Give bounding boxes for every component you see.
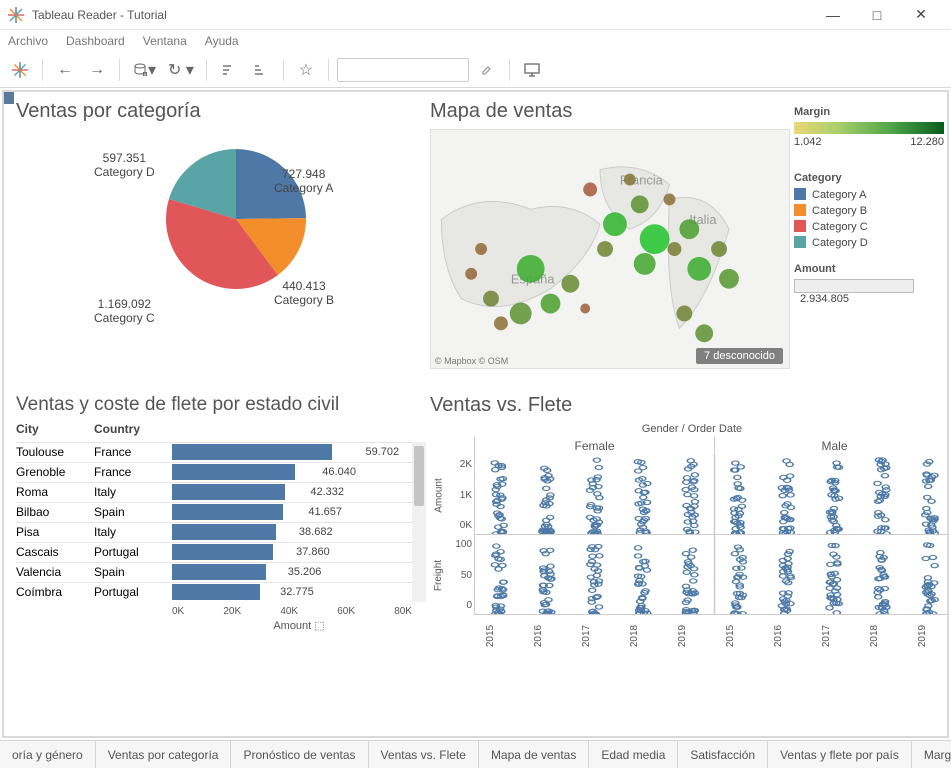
panel-pie[interactable]: Ventas por categoría 727.948Category A 4… <box>16 100 426 390</box>
panel-title: Ventas vs. Flete <box>430 394 949 417</box>
table-row[interactable]: PisaItaly 38.682 <box>16 522 426 542</box>
sheet-tab[interactable]: Margen vs. Am <box>912 741 951 768</box>
sheet-tab[interactable]: oría y género <box>0 741 96 768</box>
table-row[interactable]: CascaisPortugal 37.860 <box>16 542 426 562</box>
panel-map[interactable]: Mapa de ventas Francia España Italia © M… <box>430 100 790 390</box>
bar-axis-label: Amount ⬚ <box>16 619 426 632</box>
legend-cat-d[interactable]: Category D <box>794 236 949 249</box>
table-row[interactable]: ToulouseFrance 59.702 <box>16 442 426 462</box>
pie-label-a: 727.948Category A <box>274 167 333 196</box>
maximize-button[interactable]: □ <box>855 0 899 30</box>
sheet-tab[interactable]: Ventas y flete por país <box>768 741 912 768</box>
forward-icon[interactable]: → <box>83 56 111 84</box>
amount-slider[interactable]: 2.934.805 <box>794 279 949 305</box>
freight-plot[interactable] <box>474 535 949 615</box>
panel-bars[interactable]: Ventas y coste de flete por estado civil… <box>16 394 426 704</box>
bar-axis-ticks: 0K20K 40K60K 80K <box>16 606 426 617</box>
amount-yticks: 2K1K0K <box>448 455 474 535</box>
menu-help[interactable]: Ayuda <box>205 34 239 48</box>
bar-table-rows: ToulouseFrance 59.702GrenobleFrance 46.0… <box>16 442 426 602</box>
highlight-icon[interactable] <box>473 56 501 84</box>
legend-category-title: Category <box>794 172 949 184</box>
scatter-xaxis: 2015201620172018201920152016201720182019 <box>474 615 949 641</box>
app-logo-icon <box>8 7 24 23</box>
window-title: Tableau Reader - Tutorial <box>32 8 811 22</box>
legend-margin-title: Margin <box>794 106 949 118</box>
col-city[interactable]: City <box>16 422 94 436</box>
map-attribution: © Mapbox © OSM <box>435 356 508 366</box>
scrollbar[interactable] <box>412 442 426 602</box>
scatter-top-label: Gender / Order Date <box>430 423 949 435</box>
sheet-tab[interactable]: Ventas por categoría <box>96 741 232 768</box>
pin-icon[interactable]: ☆ <box>292 56 320 84</box>
table-row[interactable]: GrenobleFrance 46.040 <box>16 462 426 482</box>
pause-data-icon[interactable]: ▾ <box>128 56 160 84</box>
table-row[interactable]: CoímbraPortugal 32.775 <box>16 582 426 602</box>
col-country[interactable]: Country <box>94 422 172 436</box>
pie-label-b: 440.413Category B <box>274 279 334 308</box>
pie-chart[interactable] <box>156 139 316 299</box>
dashboard-handle[interactable] <box>4 92 14 104</box>
table-row[interactable]: BilbaoSpain 41.657 <box>16 502 426 522</box>
sheet-tab[interactable]: Ventas vs. Flete <box>369 741 479 768</box>
freight-yticks: 100500 <box>448 535 474 615</box>
close-button[interactable]: ✕ <box>899 0 943 30</box>
panel-title: Ventas y coste de flete por estado civil <box>16 394 426 416</box>
toolbar: ← → ▾ ↻ ▾ ☆ <box>0 52 951 88</box>
legend-amount-title: Amount <box>794 263 949 275</box>
home-icon[interactable] <box>6 56 34 84</box>
pie-label-d: 597.351Category D <box>94 151 155 180</box>
sort-asc-icon[interactable] <box>215 56 243 84</box>
map[interactable]: Francia España Italia <box>431 130 789 368</box>
margin-gradient <box>794 122 944 134</box>
ylabel-freight: Freight <box>430 535 448 615</box>
menu-dashboard[interactable]: Dashboard <box>66 34 125 48</box>
back-icon[interactable]: ← <box>51 56 79 84</box>
menu-file[interactable]: Archivo <box>8 34 48 48</box>
minimize-button[interactable]: — <box>811 0 855 30</box>
refresh-icon[interactable]: ↻ ▾ <box>164 56 198 84</box>
sheet-tab[interactable]: Pronóstico de ventas <box>231 741 368 768</box>
legend-cat-b[interactable]: Category B <box>794 204 949 217</box>
legend-cat-a[interactable]: Category A <box>794 188 949 201</box>
dashboard: Ventas por categoría 727.948Category A 4… <box>2 90 949 738</box>
ylabel-amount: Amount <box>430 455 448 535</box>
presentation-icon[interactable] <box>518 56 546 84</box>
margin-min: 1.042 <box>794 136 822 148</box>
sheet-tab[interactable]: Edad media <box>589 741 678 768</box>
panel-title: Ventas por categoría <box>16 100 426 123</box>
sort-desc-icon[interactable] <box>247 56 275 84</box>
table-row[interactable]: RomaItaly 42.332 <box>16 482 426 502</box>
map-unknown-badge[interactable]: 7 desconocido <box>696 348 783 364</box>
highlight-dropdown[interactable] <box>337 58 469 82</box>
margin-max: 12.280 <box>910 136 944 148</box>
amount-plot[interactable] <box>474 455 949 535</box>
sheet-tabs: oría y géneroVentas por categoríaPronóst… <box>0 740 951 768</box>
gender-header: FemaleMale <box>474 437 949 455</box>
table-row[interactable]: ValenciaSpain 35.206 <box>16 562 426 582</box>
panel-scatter[interactable]: Ventas vs. Flete Gender / Order Date Fem… <box>430 394 949 704</box>
titlebar: Tableau Reader - Tutorial — □ ✕ <box>0 0 951 30</box>
panel-title: Mapa de ventas <box>430 100 790 123</box>
menubar: Archivo Dashboard Ventana Ayuda <box>0 30 951 52</box>
sheet-tab[interactable]: Satisfacción <box>678 741 768 768</box>
menu-window[interactable]: Ventana <box>143 34 187 48</box>
sheet-tab[interactable]: Mapa de ventas <box>479 741 589 768</box>
legend-cat-c[interactable]: Category C <box>794 220 949 233</box>
pie-label-c: 1.169.092Category C <box>94 297 155 326</box>
panel-legend: Margin 1.042 12.280 Category Category A … <box>794 100 949 390</box>
